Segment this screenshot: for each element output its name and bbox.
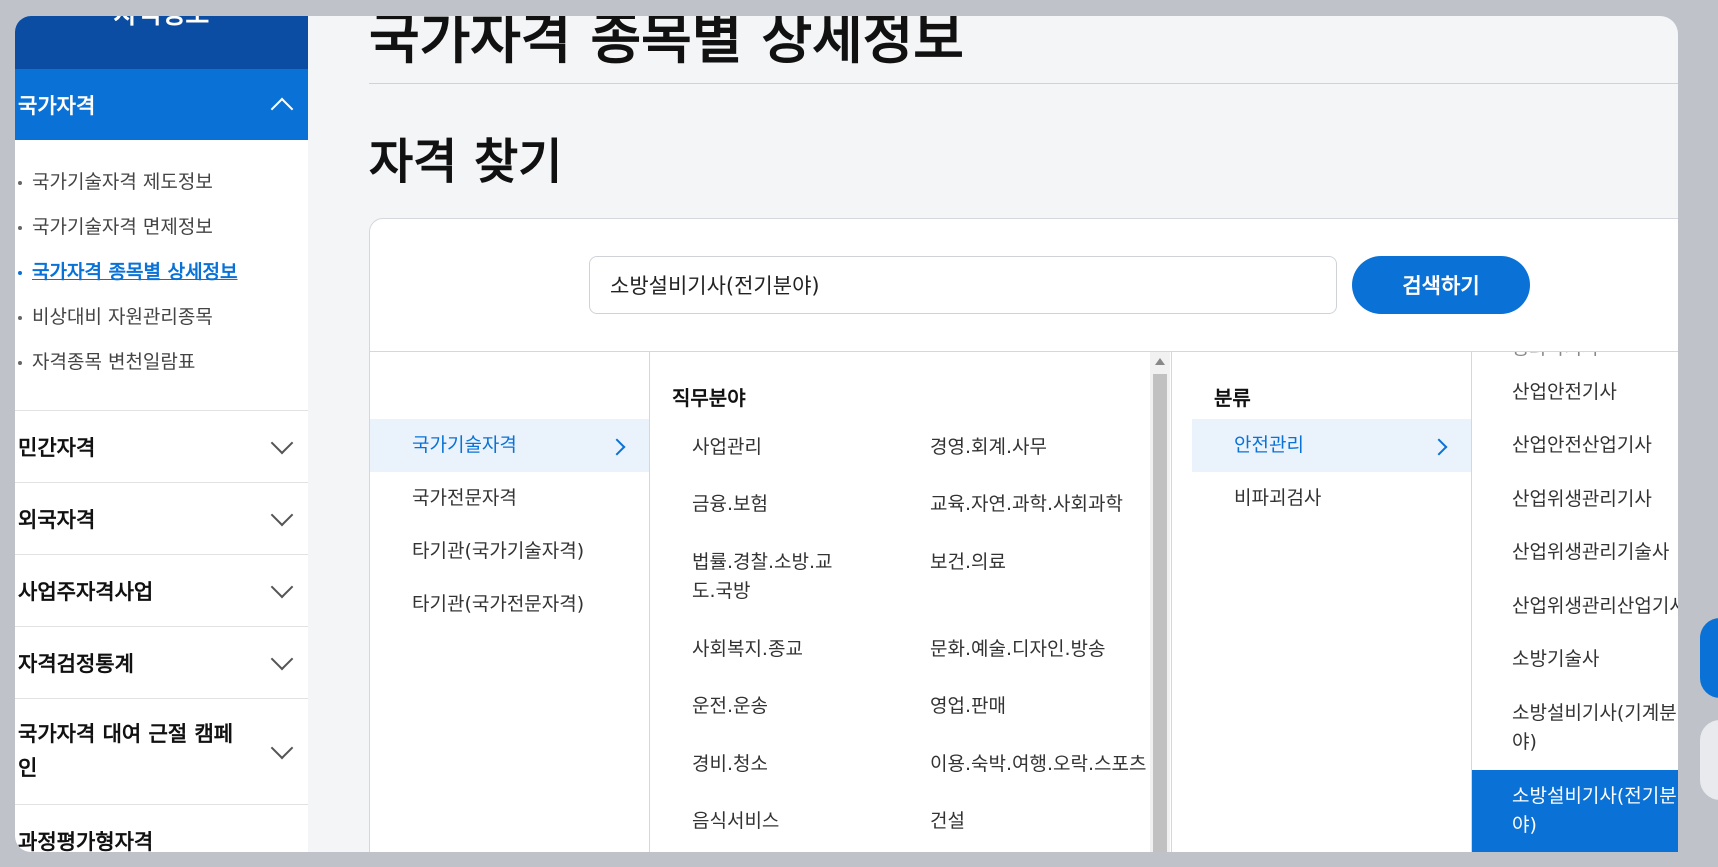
list-item[interactable]: 농화학기사: [1472, 352, 1678, 366]
list-item[interactable]: 경비.청소: [650, 736, 910, 793]
main-content: 국가자격 종목별 상세정보 자격 찾기 검색하기 국가기술자격 국가전문자격 타…: [308, 16, 1678, 852]
list-item[interactable]: 산업안전산업기사: [1472, 419, 1678, 472]
list-item-selected[interactable]: 소방설비기사(전기분야): [1472, 769, 1678, 852]
list-item[interactable]: 타기관(국가전문자격): [370, 578, 649, 631]
sidebar-section-label: 사업주자격사업: [18, 579, 154, 604]
qualification-type-column: 국가기술자격 국가전문자격 타기관(국가기술자격) 타기관(국가전문자격): [370, 352, 650, 852]
list-item[interactable]: 금융.보험: [650, 476, 910, 533]
sidebar-section-label: 과정평가형자격: [18, 829, 154, 853]
sidebar-section-employer[interactable]: 사업주자격사업: [15, 555, 308, 627]
list-item[interactable]: 보건.의료: [910, 534, 1150, 621]
sidebar-section-stats[interactable]: 자격검정통계: [15, 627, 308, 699]
scroll-up-arrow-icon[interactable]: [1155, 358, 1165, 365]
list-item[interactable]: 소방설비기사(기계분야): [1472, 687, 1678, 770]
sidebar-subitem-label: 국가기술자격 면제정보: [32, 216, 213, 238]
sidebar-subitem-label: 자격종목 변천일람표: [32, 351, 196, 373]
list-item[interactable]: 산업위생관리산업기사: [1472, 580, 1678, 633]
list-item[interactable]: 경영.회계.사무: [910, 419, 1150, 476]
sidebar-section-label: 자격검정통계: [18, 651, 134, 676]
list-item[interactable]: 법률.경찰.소방.교도.국방: [650, 534, 910, 621]
list-item[interactable]: 운전.운송: [650, 678, 910, 735]
title-divider: [369, 83, 1678, 84]
list-item[interactable]: 소방기술사: [1472, 633, 1678, 686]
scrollbar[interactable]: [1150, 352, 1170, 852]
sidebar: 자격정보 국가자격 국가기술자격 제도정보 국가기술자격 면제정보 국가자격 종…: [15, 16, 308, 852]
sidebar-section-private[interactable]: 민간자격: [15, 411, 308, 483]
sidebar-subitem-label: 국가자격 종목별 상세정보: [32, 261, 238, 283]
list-item[interactable]: 타기관(국가기술자격): [370, 525, 649, 578]
qualification-item-column: 농화학기사 산업안전기사 산업안전산업기사 산업위생관리기사 산업위생관리기술사…: [1472, 352, 1678, 852]
sidebar-subitem-label: 비상대비 자원관리종목: [32, 306, 213, 328]
classification-column: 분류 안전관리 비파괴검사: [1192, 352, 1472, 852]
chevron-down-icon: [270, 431, 294, 454]
sidebar-subitem[interactable]: 자격종목 변천일람표: [18, 340, 308, 385]
list-item[interactable]: 국가전문자격: [370, 472, 649, 525]
bullet-icon: [18, 270, 22, 275]
list-item[interactable]: 음식서비스: [650, 793, 910, 850]
list-item[interactable]: 문화.예술.디자인.방송: [910, 621, 1150, 678]
search-panel: 검색하기 국가기술자격 국가전문자격 타기관(국가기술자격) 타기관(국가전문자…: [369, 218, 1678, 852]
section-title: 자격 찾기: [369, 134, 563, 190]
floating-button-secondary[interactable]: [1700, 720, 1718, 800]
list-item[interactable]: 산업위생관리기사: [1472, 473, 1678, 526]
sidebar-subitem[interactable]: 비상대비 자원관리종목: [18, 295, 308, 340]
chevron-down-icon: [270, 736, 294, 759]
list-item[interactable]: 영업.판매: [910, 678, 1150, 735]
sidebar-section-foreign[interactable]: 외국자격: [15, 483, 308, 555]
search-input[interactable]: [589, 256, 1337, 314]
chevron-down-icon: [270, 647, 294, 670]
sidebar-subitem[interactable]: 국가기술자격 면제정보: [18, 205, 308, 250]
list-item[interactable]: 건설: [910, 793, 1150, 850]
column-heading: 분류: [1214, 386, 1251, 410]
list-item[interactable]: 이용.숙박.여행.오락.스포츠: [910, 736, 1150, 793]
job-field-column: 직무분야 사업관리 경영.회계.사무 금융.보험 교육.자연.과학.사회과학 법…: [650, 352, 1172, 852]
list-item[interactable]: 비파괴검사: [1192, 472, 1471, 525]
sidebar-section-course[interactable]: 과정평가형자격: [15, 805, 308, 853]
sidebar-section-label: 외국자격: [18, 507, 96, 532]
sidebar-section-national[interactable]: 국가자격: [15, 69, 308, 140]
sidebar-section-label: 국가자격 대여 근절 캠페인: [18, 721, 234, 780]
sidebar-header: 자격정보: [15, 16, 308, 69]
list-item[interactable]: 산업안전기사: [1472, 366, 1678, 419]
list-item[interactable]: 산업위생관리기술사: [1472, 526, 1678, 579]
sidebar-submenu: 국가기술자격 제도정보 국가기술자격 면제정보 국가자격 종목별 상세정보 비상…: [15, 140, 308, 411]
list-item[interactable]: 사업관리: [650, 419, 910, 476]
sidebar-subitem-current[interactable]: 국가자격 종목별 상세정보: [18, 250, 308, 295]
bullet-icon: [18, 180, 22, 185]
sidebar-subitem[interactable]: 국가기술자격 제도정보: [18, 160, 308, 205]
page-title: 국가자격 종목별 상세정보: [369, 16, 964, 71]
list-item[interactable]: 교육.자연.과학.사회과학: [910, 476, 1150, 533]
sidebar-section-label: 민간자격: [18, 435, 96, 460]
column-heading: 직무분야: [672, 386, 746, 410]
sidebar-subitem-label: 국가기술자격 제도정보: [32, 171, 213, 193]
search-button[interactable]: 검색하기: [1352, 256, 1530, 314]
floating-button[interactable]: [1700, 618, 1718, 698]
bullet-icon: [18, 360, 22, 365]
sidebar-section-label: 국가자격: [18, 93, 96, 118]
scrollbar-thumb[interactable]: [1153, 374, 1167, 852]
bullet-icon: [18, 315, 22, 320]
list-item-selected[interactable]: 안전관리: [1192, 419, 1471, 472]
list-item[interactable]: 사회복지.종교: [650, 621, 910, 678]
chevron-down-icon: [270, 575, 294, 598]
bullet-icon: [18, 225, 22, 230]
chevron-up-icon: [270, 97, 294, 120]
list-item-selected[interactable]: 국가기술자격: [370, 419, 649, 472]
chevron-down-icon: [270, 503, 294, 526]
sidebar-section-campaign[interactable]: 국가자격 대여 근절 캠페인: [15, 699, 308, 805]
category-columns: 국가기술자격 국가전문자격 타기관(국가기술자격) 타기관(국가전문자격) 직무…: [370, 351, 1678, 852]
